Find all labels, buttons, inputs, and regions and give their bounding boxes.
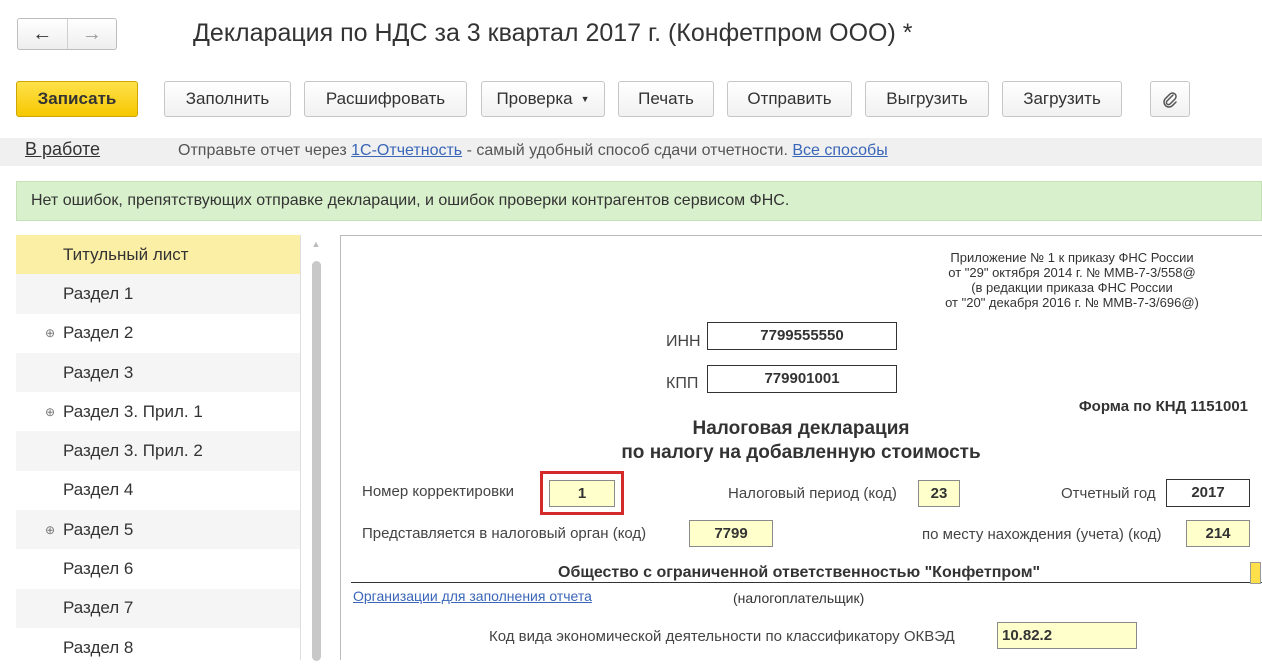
period-field[interactable]: 23 [918, 480, 960, 507]
export-button[interactable]: Выгрузить [865, 81, 989, 117]
order-note-line: Приложение № 1 к приказу ФНС России [950, 250, 1194, 265]
section-item[interactable]: Раздел 3. Прил. 2 [16, 431, 300, 471]
period-label: Налоговый период (код) [728, 485, 897, 502]
year-field[interactable]: 2017 [1166, 479, 1250, 507]
authority-field[interactable]: 7799 [689, 520, 773, 547]
section-label: Раздел 5 [63, 519, 134, 539]
section-label: Титульный лист [63, 244, 189, 264]
section-label: Раздел 1 [63, 283, 134, 303]
reporting-service-link[interactable]: 1С-Отчетность [351, 142, 462, 159]
section-item[interactable]: ⊕ Раздел 2 [16, 314, 300, 353]
section-label: Раздел 4 [63, 480, 134, 500]
location-label: по месту нахождения (учета) (код) [922, 526, 1162, 543]
check-dropdown-button[interactable]: Проверка ▼ [481, 81, 605, 117]
section-item[interactable]: Раздел 6 [16, 549, 300, 588]
authority-label: Представляется в налоговый орган (код) [362, 525, 647, 542]
sidebar-scrollbar[interactable]: ▲ [308, 239, 324, 661]
section-item[interactable]: Раздел 1 [16, 274, 300, 314]
form-heading: Налоговая декларация по налогу на добавл… [571, 417, 1031, 465]
section-item[interactable]: Титульный лист [16, 235, 300, 275]
order-note: Приложение № 1 к приказу ФНС России от "… [922, 250, 1222, 310]
okved-field[interactable]: 10.82.2 [997, 622, 1137, 649]
order-note-line: от "29" октября 2014 г. № ММВ-7-3/558@ [948, 265, 1196, 280]
expand-icon[interactable]: ⊕ [45, 326, 55, 340]
paperclip-icon [1163, 92, 1177, 108]
inn-field[interactable]: 7799555550 [707, 322, 897, 350]
section-item[interactable]: Раздел 4 [16, 471, 300, 510]
form-heading-line: по налогу на добавленную стоимость [621, 442, 981, 463]
save-button[interactable]: Записать [16, 81, 138, 117]
fill-button[interactable]: Заполнить [164, 81, 291, 117]
toolbar: Записать Заполнить Расшифровать Проверка… [0, 81, 1262, 117]
order-note-line: от "20" декабря 2016 г. № ММВ-7-3/696@) [945, 295, 1199, 310]
section-item[interactable]: ⊕ Раздел 5 [16, 510, 300, 550]
check-button-label: Проверка [496, 89, 573, 108]
scrollbar-thumb[interactable] [312, 261, 321, 661]
hint-middle: - самый удобный способ сдачи отчетности. [466, 142, 788, 159]
organizations-link[interactable]: Организации для заполнения отчета [353, 588, 592, 604]
order-note-line: (в редакции приказа ФНС России [971, 280, 1173, 295]
print-button[interactable]: Печать [618, 81, 714, 117]
field-marker[interactable] [1250, 562, 1261, 584]
back-arrow-icon[interactable]: ← [18, 19, 67, 49]
send-hint: Отправьте отчет через 1С-Отчетность - са… [178, 142, 888, 160]
correction-label: Номер корректировки [362, 483, 515, 500]
location-field[interactable]: 214 [1186, 520, 1250, 547]
section-label: Раздел 8 [63, 637, 134, 657]
kpp-label: КПП [666, 375, 699, 392]
taxpayer-caption: (налогоплательщик) [733, 590, 865, 606]
section-label: Раздел 3. Прил. 2 [63, 441, 203, 461]
section-label: Раздел 3 [63, 362, 134, 382]
scroll-up-icon[interactable]: ▲ [308, 239, 324, 249]
kpp-field[interactable]: 779901001 [707, 365, 897, 393]
company-name[interactable]: Общество с ограниченной ответственностью… [558, 564, 1040, 582]
attach-button[interactable] [1150, 81, 1190, 117]
expand-icon[interactable]: ⊕ [45, 523, 55, 537]
declaration-form: Приложение № 1 к приказу ФНС России от "… [340, 235, 1262, 660]
section-label: Раздел 2 [63, 323, 134, 343]
check-result-banner: Нет ошибок, препятствующих отправке декл… [16, 181, 1262, 221]
status-link[interactable]: В работе [25, 139, 100, 160]
year-label: Отчетный год [1061, 485, 1156, 502]
section-item[interactable]: ⊕ Раздел 3. Прил. 1 [16, 392, 300, 431]
section-label: Раздел 6 [63, 559, 134, 579]
caret-down-icon: ▼ [580, 94, 590, 104]
section-label: Раздел 7 [63, 598, 134, 618]
form-code: Форма по КНД 1151001 [1078, 398, 1248, 415]
all-methods-link[interactable]: Все способы [792, 142, 887, 159]
navigation-buttons: ← → [17, 18, 117, 50]
hint-prefix: Отправьте отчет через [178, 142, 347, 159]
page-title: Декларация по НДС за 3 квартал 2017 г. (… [193, 19, 913, 47]
expand-icon[interactable]: ⊕ [45, 405, 55, 419]
okved-label: Код вида экономической деятельности по к… [489, 628, 955, 645]
company-underline [351, 582, 1262, 583]
sections-list: Титульный лист Раздел 1 ⊕ Раздел 2 Раздел… [16, 235, 301, 660]
form-heading-line: Налоговая декларация [692, 418, 910, 439]
send-button[interactable]: Отправить [727, 81, 852, 117]
section-label: Раздел 3. Прил. 1 [63, 401, 203, 421]
import-button[interactable]: Загрузить [1002, 81, 1122, 117]
section-item[interactable]: Раздел 7 [16, 588, 300, 628]
forward-arrow-icon[interactable]: → [66, 19, 117, 49]
section-item[interactable]: Раздел 3 [16, 352, 300, 393]
correction-field[interactable]: 1 [549, 480, 615, 507]
inn-label: ИНН [666, 333, 701, 350]
decode-button[interactable]: Расшифровать [304, 81, 467, 117]
section-item[interactable]: Раздел 8 [16, 628, 300, 667]
